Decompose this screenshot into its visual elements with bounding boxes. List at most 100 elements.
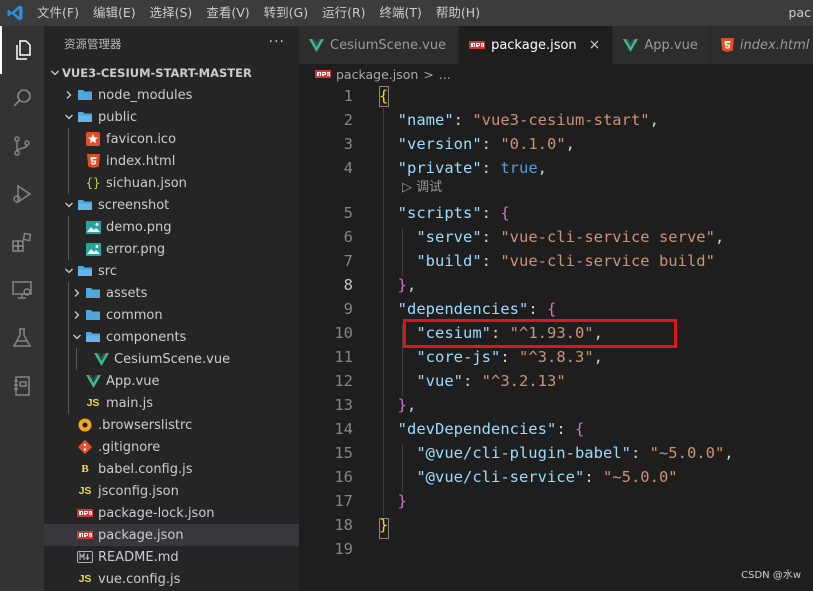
tree-item-label: jsconfig.json <box>98 483 179 499</box>
menu-item[interactable]: 帮助(H) <box>429 0 487 26</box>
explorer-header: 资源管理器 ··· <box>44 26 299 62</box>
editor-tab[interactable]: package.json × <box>459 26 614 64</box>
tree-file[interactable]: index.html <box>44 150 299 172</box>
tree-folder[interactable]: components <box>44 326 299 348</box>
js-file-icon: JS <box>78 485 92 497</box>
tab-label: CesiumScene.vue <box>330 37 447 53</box>
code-line: 4 "private": true, <box>299 156 813 180</box>
tree-file[interactable]: JS vue.config.js <box>44 568 299 590</box>
menu-item[interactable]: 终端(T) <box>373 0 429 26</box>
tree-folder[interactable]: node_modules <box>44 84 299 106</box>
extensions-icon[interactable] <box>0 218 44 266</box>
image-file-icon <box>84 241 102 257</box>
code-line: 6 "serve": "vue-cli-service serve", <box>299 225 813 249</box>
menu-item[interactable]: 文件(F) <box>30 0 86 26</box>
source-control-icon[interactable] <box>0 122 44 170</box>
tree-file[interactable]: package.json <box>44 524 299 546</box>
tab-label: App.vue <box>644 37 698 53</box>
debug-codelens-label: 调试 <box>416 180 443 195</box>
tree-item-label: screenshot <box>98 197 170 213</box>
editor-tab[interactable]: App.vue <box>613 26 711 64</box>
menu-item[interactable]: 查看(V) <box>199 0 256 26</box>
chevron-right-icon <box>70 288 84 298</box>
tree-file[interactable]: .browserslistrc <box>44 414 299 436</box>
editor-tab[interactable]: index.html <box>710 26 813 64</box>
tree-file[interactable]: App.vue <box>44 370 299 392</box>
code-editor[interactable]: ▷ 调试 1{2 "name": "vue3-cesium-start", 3 "… <box>299 84 813 591</box>
close-icon[interactable]: × <box>589 37 601 53</box>
code-token: "version" <box>379 135 482 153</box>
tree-file[interactable]: JS main.js <box>44 392 299 414</box>
tree-folder[interactable]: assets <box>44 282 299 304</box>
explorer-icon[interactable] <box>0 26 44 74</box>
vue-file-icon <box>84 373 102 389</box>
tree-folder[interactable]: public <box>44 106 299 128</box>
code-content: "build": "vue-cli-service build" <box>379 249 715 273</box>
tree-item-label: assets <box>106 285 148 301</box>
tree-item-label: babel.config.js <box>98 461 193 477</box>
menu-item[interactable]: 选择(S) <box>143 0 200 26</box>
code-content: "scripts": { <box>379 201 510 225</box>
code-content: } <box>379 489 407 513</box>
code-token: , <box>724 444 734 462</box>
debug-codelens[interactable]: ▷ 调试 <box>402 179 442 197</box>
menu-item[interactable]: 编辑(E) <box>86 0 143 26</box>
code-token: "~5.0.0" <box>602 468 678 486</box>
tree-item-label: package-lock.json <box>98 505 215 521</box>
testing-icon[interactable] <box>0 314 44 362</box>
code-token: "vue-cli-service serve" <box>500 228 715 246</box>
code-token: : <box>453 111 473 129</box>
editor-tab[interactable]: CesiumScene.vue <box>299 26 460 64</box>
tree-file[interactable]: .gitignore <box>44 436 299 458</box>
code-token: : <box>463 372 482 390</box>
tree-indent-guide <box>68 128 69 150</box>
menu-item[interactable]: 转到(G) <box>257 0 315 26</box>
chevron-down-icon <box>62 200 76 210</box>
tree-file[interactable]: README.md <box>44 546 299 568</box>
chevron-down-icon <box>62 112 76 122</box>
line-number: 19 <box>334 540 353 558</box>
tree-file[interactable]: JS jsconfig.json <box>44 480 299 502</box>
breadcrumb-rest[interactable]: ... <box>439 67 451 82</box>
tree-folder[interactable]: common <box>44 304 299 326</box>
more-actions-icon[interactable]: ··· <box>269 34 285 50</box>
tree-file[interactable]: {} sichuan.json <box>44 172 299 194</box>
tree-file[interactable]: CesiumScene.vue <box>44 348 299 370</box>
code-token: } <box>379 492 407 510</box>
code-token: "serve" <box>379 228 482 246</box>
workspace-section-header[interactable]: VUE3-CESIUM-START-MASTER <box>44 62 299 84</box>
menu-item[interactable]: 运行(R) <box>315 0 372 26</box>
remote-explorer-icon[interactable] <box>0 266 44 314</box>
breadcrumb-file[interactable]: package.json <box>336 67 418 82</box>
babel-icon: B <box>81 463 89 475</box>
notebook-icon[interactable] <box>0 362 44 410</box>
code-content: "version": "0.1.0", <box>379 132 575 156</box>
code-line: 5 "scripts": { <box>299 201 813 225</box>
code-line: 13 }, <box>299 393 813 417</box>
tree-item-label: .gitignore <box>98 439 161 455</box>
code-token: "^3.2.13" <box>481 372 566 390</box>
tree-indent-guide <box>68 304 69 326</box>
npm-icon <box>469 41 486 49</box>
tree-indent-guide <box>68 216 69 238</box>
code-token: "vue-cli-service build" <box>500 252 715 270</box>
code-token: "scripts" <box>379 204 482 222</box>
tree-file[interactable]: favicon.ico <box>44 128 299 150</box>
line-number: 14 <box>334 420 353 438</box>
html-icon <box>720 38 734 52</box>
search-icon[interactable] <box>0 74 44 122</box>
title-bar: 文件(F) 编辑(E) 选择(S) 查看(V) 转到(G) 运行(R) 终端(T) 帮助(H)… <box>0 0 813 26</box>
tree-file[interactable]: Bbabel.config.js <box>44 458 299 480</box>
code-token: : <box>584 468 603 486</box>
tab-label: index.html <box>739 37 810 53</box>
tree-folder[interactable]: screenshot <box>44 194 299 216</box>
tree-file[interactable]: package-lock.json <box>44 502 299 524</box>
code-token: "^3.8.3" <box>519 348 594 366</box>
run-debug-icon[interactable] <box>0 170 44 218</box>
menu-bar: 文件(F) 编辑(E) 选择(S) 查看(V) 转到(G) 运行(R) 终端(T) 帮助(H) <box>30 0 487 26</box>
tree-folder[interactable]: src <box>44 260 299 282</box>
tree-file[interactable]: demo.png <box>44 216 299 238</box>
tree-file[interactable]: error.png <box>44 238 299 260</box>
line-number: 10 <box>334 324 353 342</box>
tree-item-label: demo.png <box>106 219 172 235</box>
